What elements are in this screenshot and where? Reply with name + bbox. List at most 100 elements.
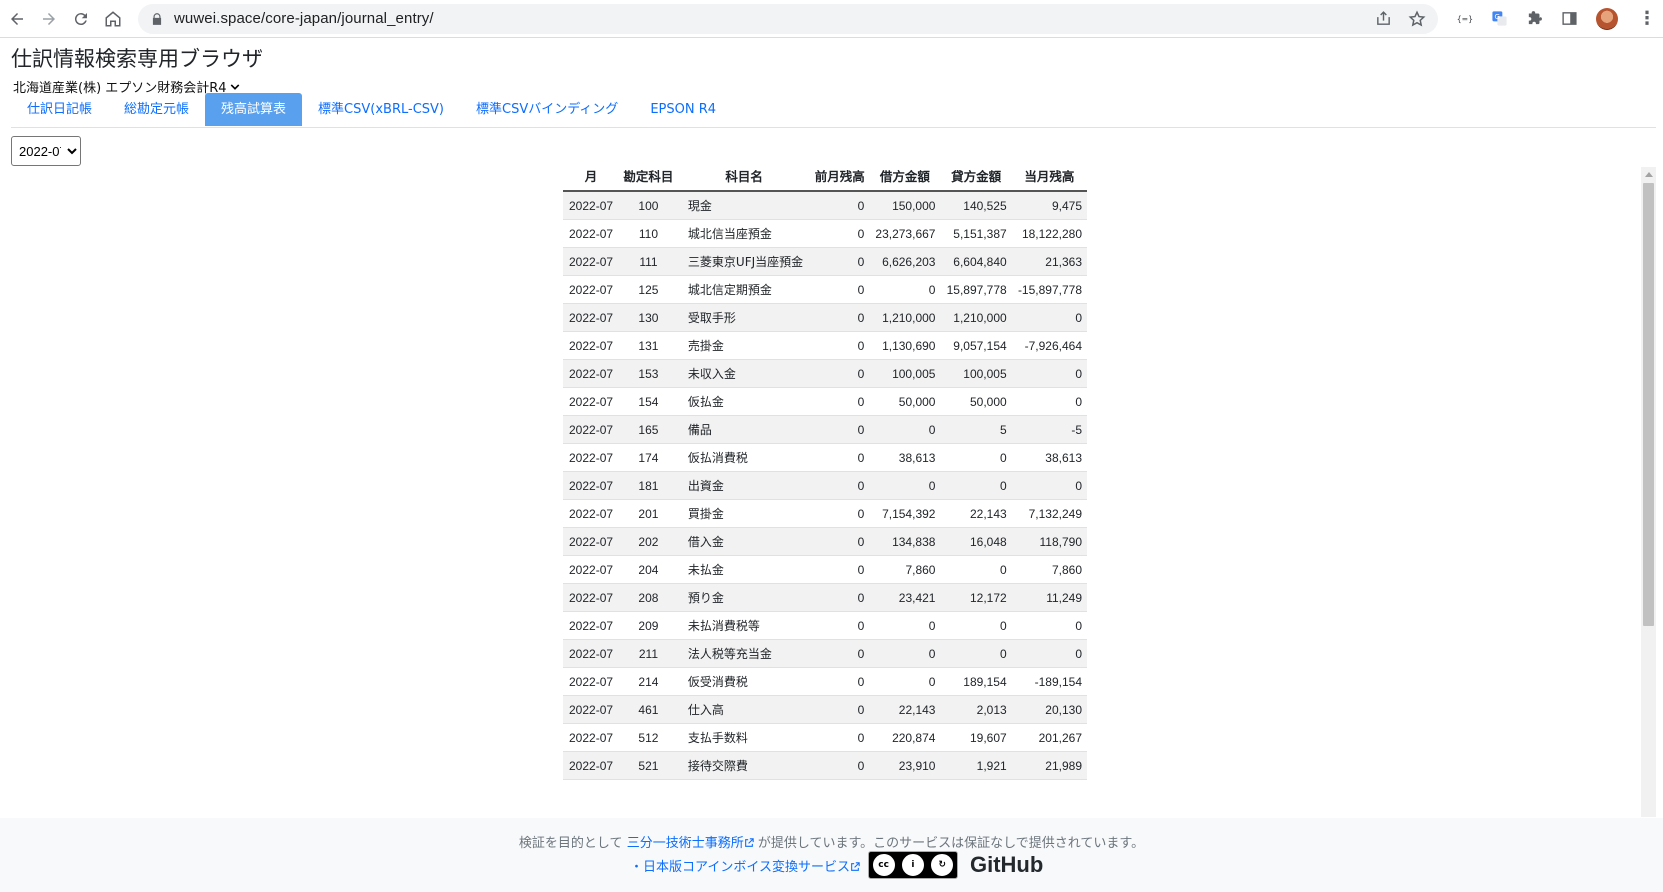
cell-account-name: 預り金 <box>677 583 811 612</box>
cell-debit: 0 <box>869 611 941 640</box>
table-header-row: 月勘定科目 科目名 前月残高 借方金額 貸方金額 当月残高 <box>563 161 1087 192</box>
kebab-menu-icon[interactable]: ⋮ <box>1638 8 1656 29</box>
cell-account-name: 城北信当座預金 <box>677 219 811 248</box>
cell-prev-balance: 0 <box>810 247 870 276</box>
tab-standard-csv[interactable]: 標準CSV(xBRL-CSV) <box>302 93 460 126</box>
cell-current-balance: -7,926,464 <box>1011 331 1087 360</box>
cell-prev-balance: 0 <box>810 387 870 416</box>
table-row: 2022-07 512 支払手数料 0 220,874 19,607 201,267 <box>563 723 1087 752</box>
cell-month: 2022-07 <box>563 387 619 416</box>
back-button[interactable] <box>2 4 32 34</box>
cell-account-code: 100 <box>618 191 678 220</box>
cell-month: 2022-07 <box>563 415 619 444</box>
forward-button[interactable] <box>34 4 64 34</box>
cell-credit: 22,143 <box>940 499 1012 528</box>
tab-epson-r4[interactable]: EPSON R4 <box>634 93 732 126</box>
cell-month: 2022-07 <box>563 331 619 360</box>
cell-debit: 134,838 <box>869 527 941 556</box>
cell-credit: 0 <box>940 639 1012 668</box>
cell-account-name: 城北信定期預金 <box>677 275 811 304</box>
cell-debit: 0 <box>869 667 941 696</box>
cell-month: 2022-07 <box>563 443 619 472</box>
cell-debit: 7,154,392 <box>869 499 941 528</box>
cell-current-balance: 0 <box>1011 611 1087 640</box>
vertical-scrollbar[interactable] <box>1641 167 1656 817</box>
core-invoice-link[interactable]: ・日本版コアインボイス変換サービス <box>630 856 860 875</box>
cell-account-code: 181 <box>618 471 678 500</box>
cell-current-balance: 0 <box>1011 387 1087 416</box>
cell-prev-balance: 0 <box>810 303 870 332</box>
external-link-icon <box>744 838 754 847</box>
bookmark-star-icon[interactable] <box>1408 9 1426 28</box>
cell-account-code: 201 <box>618 499 678 528</box>
tab-general-ledger[interactable]: 総勘定元帳 <box>108 93 205 126</box>
table-row: 2022-07 461 仕入高 0 22,143 2,013 20,130 <box>563 695 1087 724</box>
tab-bar: 仕訳日記帳 総勘定元帳 残高試算表 標準CSV(xBRL-CSV) 標準CSVバ… <box>11 93 1656 128</box>
extensions-puzzle-icon[interactable] <box>1526 10 1543 27</box>
cell-debit: 0 <box>869 275 941 304</box>
cell-prev-balance: 0 <box>810 527 870 556</box>
cell-account-name: 売掛金 <box>677 331 811 360</box>
cell-debit: 1,130,690 <box>869 331 941 360</box>
svg-text:{=}: {=} <box>1457 14 1473 23</box>
cell-credit: 1,210,000 <box>940 303 1012 332</box>
cell-current-balance: 21,989 <box>1011 751 1087 780</box>
cell-current-balance: 0 <box>1011 639 1087 668</box>
cell-account-name: 買掛金 <box>677 499 811 528</box>
table-row: 2022-07 154 仮払金 0 50,000 50,000 0 <box>563 387 1087 416</box>
footer-disclaimer: 検証を目的として 三分一技術士事務所 が提供しています。このサービスは保証なしで… <box>0 832 1663 851</box>
table-row: 2022-07 174 仮払消費税 0 38,613 0 38,613 <box>563 443 1087 472</box>
cell-prev-balance: 0 <box>810 583 870 612</box>
header-debit: 借方金額 <box>869 161 941 192</box>
tab-csv-binding[interactable]: 標準CSVバインディング <box>460 93 634 126</box>
json-extension-icon[interactable]: {=} <box>1456 10 1473 27</box>
cell-account-code: 110 <box>618 219 678 248</box>
cell-debit: 1,210,000 <box>869 303 941 332</box>
cell-account-name: 受取手形 <box>677 303 811 332</box>
cell-month: 2022-07 <box>563 639 619 668</box>
address-bar[interactable]: wuwei.space/core-japan/journal_entry/ <box>138 3 1438 34</box>
cell-month: 2022-07 <box>563 359 619 388</box>
table-row: 2022-07 211 法人税等充当金 0 0 0 0 <box>563 639 1087 668</box>
header-credit: 貸方金額 <box>940 161 1012 192</box>
cell-account-name: 現金 <box>677 191 811 220</box>
cell-current-balance: 21,363 <box>1011 247 1087 276</box>
cell-current-balance: 0 <box>1011 303 1087 332</box>
cell-credit: 140,525 <box>940 191 1012 220</box>
cell-credit: 0 <box>940 471 1012 500</box>
page-content: 仕訳情報検索専用ブラウザ 北海道産業(株) エプソン財務会計R4 仕訳日記帳 総… <box>0 38 1663 892</box>
cell-credit: 16,048 <box>940 527 1012 556</box>
cell-prev-balance: 0 <box>810 723 870 752</box>
home-button[interactable] <box>98 4 128 34</box>
cell-prev-balance: 0 <box>810 499 870 528</box>
cell-prev-balance: 0 <box>810 667 870 696</box>
table-row: 2022-07 201 買掛金 0 7,154,392 22,143 7,132,249 <box>563 499 1087 528</box>
cell-debit: 150,000 <box>869 191 941 220</box>
arrow-left-icon <box>11 12 23 25</box>
office-link[interactable]: 三分一技術士事務所 <box>627 836 754 851</box>
cell-current-balance: 7,132,249 <box>1011 499 1087 528</box>
cell-month: 2022-07 <box>563 247 619 276</box>
profile-avatar[interactable] <box>1596 7 1618 30</box>
side-panel-icon[interactable] <box>1561 10 1578 27</box>
creative-commons-badge[interactable]: cc i ↻ <box>867 851 958 879</box>
share-icon[interactable] <box>1375 10 1392 27</box>
cell-prev-balance: 0 <box>810 639 870 668</box>
reload-button[interactable] <box>66 4 96 34</box>
cell-account-code: 125 <box>618 275 678 304</box>
cell-account-code: 209 <box>618 611 678 640</box>
table-body: 2022-07 100 現金 0 150,000 140,525 9,475 2022-07 1… <box>563 191 1087 780</box>
translate-icon[interactable]: G <box>1491 10 1508 27</box>
footer-links: ・日本版コアインボイス変換サービス cc i ↻ GitHub <box>630 851 1043 879</box>
month-select[interactable]: 2022-07 <box>11 136 81 166</box>
cell-month: 2022-07 <box>563 555 619 584</box>
tab-journal[interactable]: 仕訳日記帳 <box>11 93 108 126</box>
scrollbar-thumb[interactable] <box>1643 183 1654 626</box>
github-logo[interactable]: GitHub <box>970 852 1043 878</box>
arrow-right-icon <box>43 12 55 25</box>
cell-debit: 23,273,667 <box>869 219 941 248</box>
tab-trial-balance[interactable]: 残高試算表 <box>205 93 303 126</box>
scroll-up-arrow[interactable] <box>1641 167 1656 181</box>
header-account-name: 科目名 <box>677 161 811 192</box>
cell-debit: 23,421 <box>869 583 941 612</box>
